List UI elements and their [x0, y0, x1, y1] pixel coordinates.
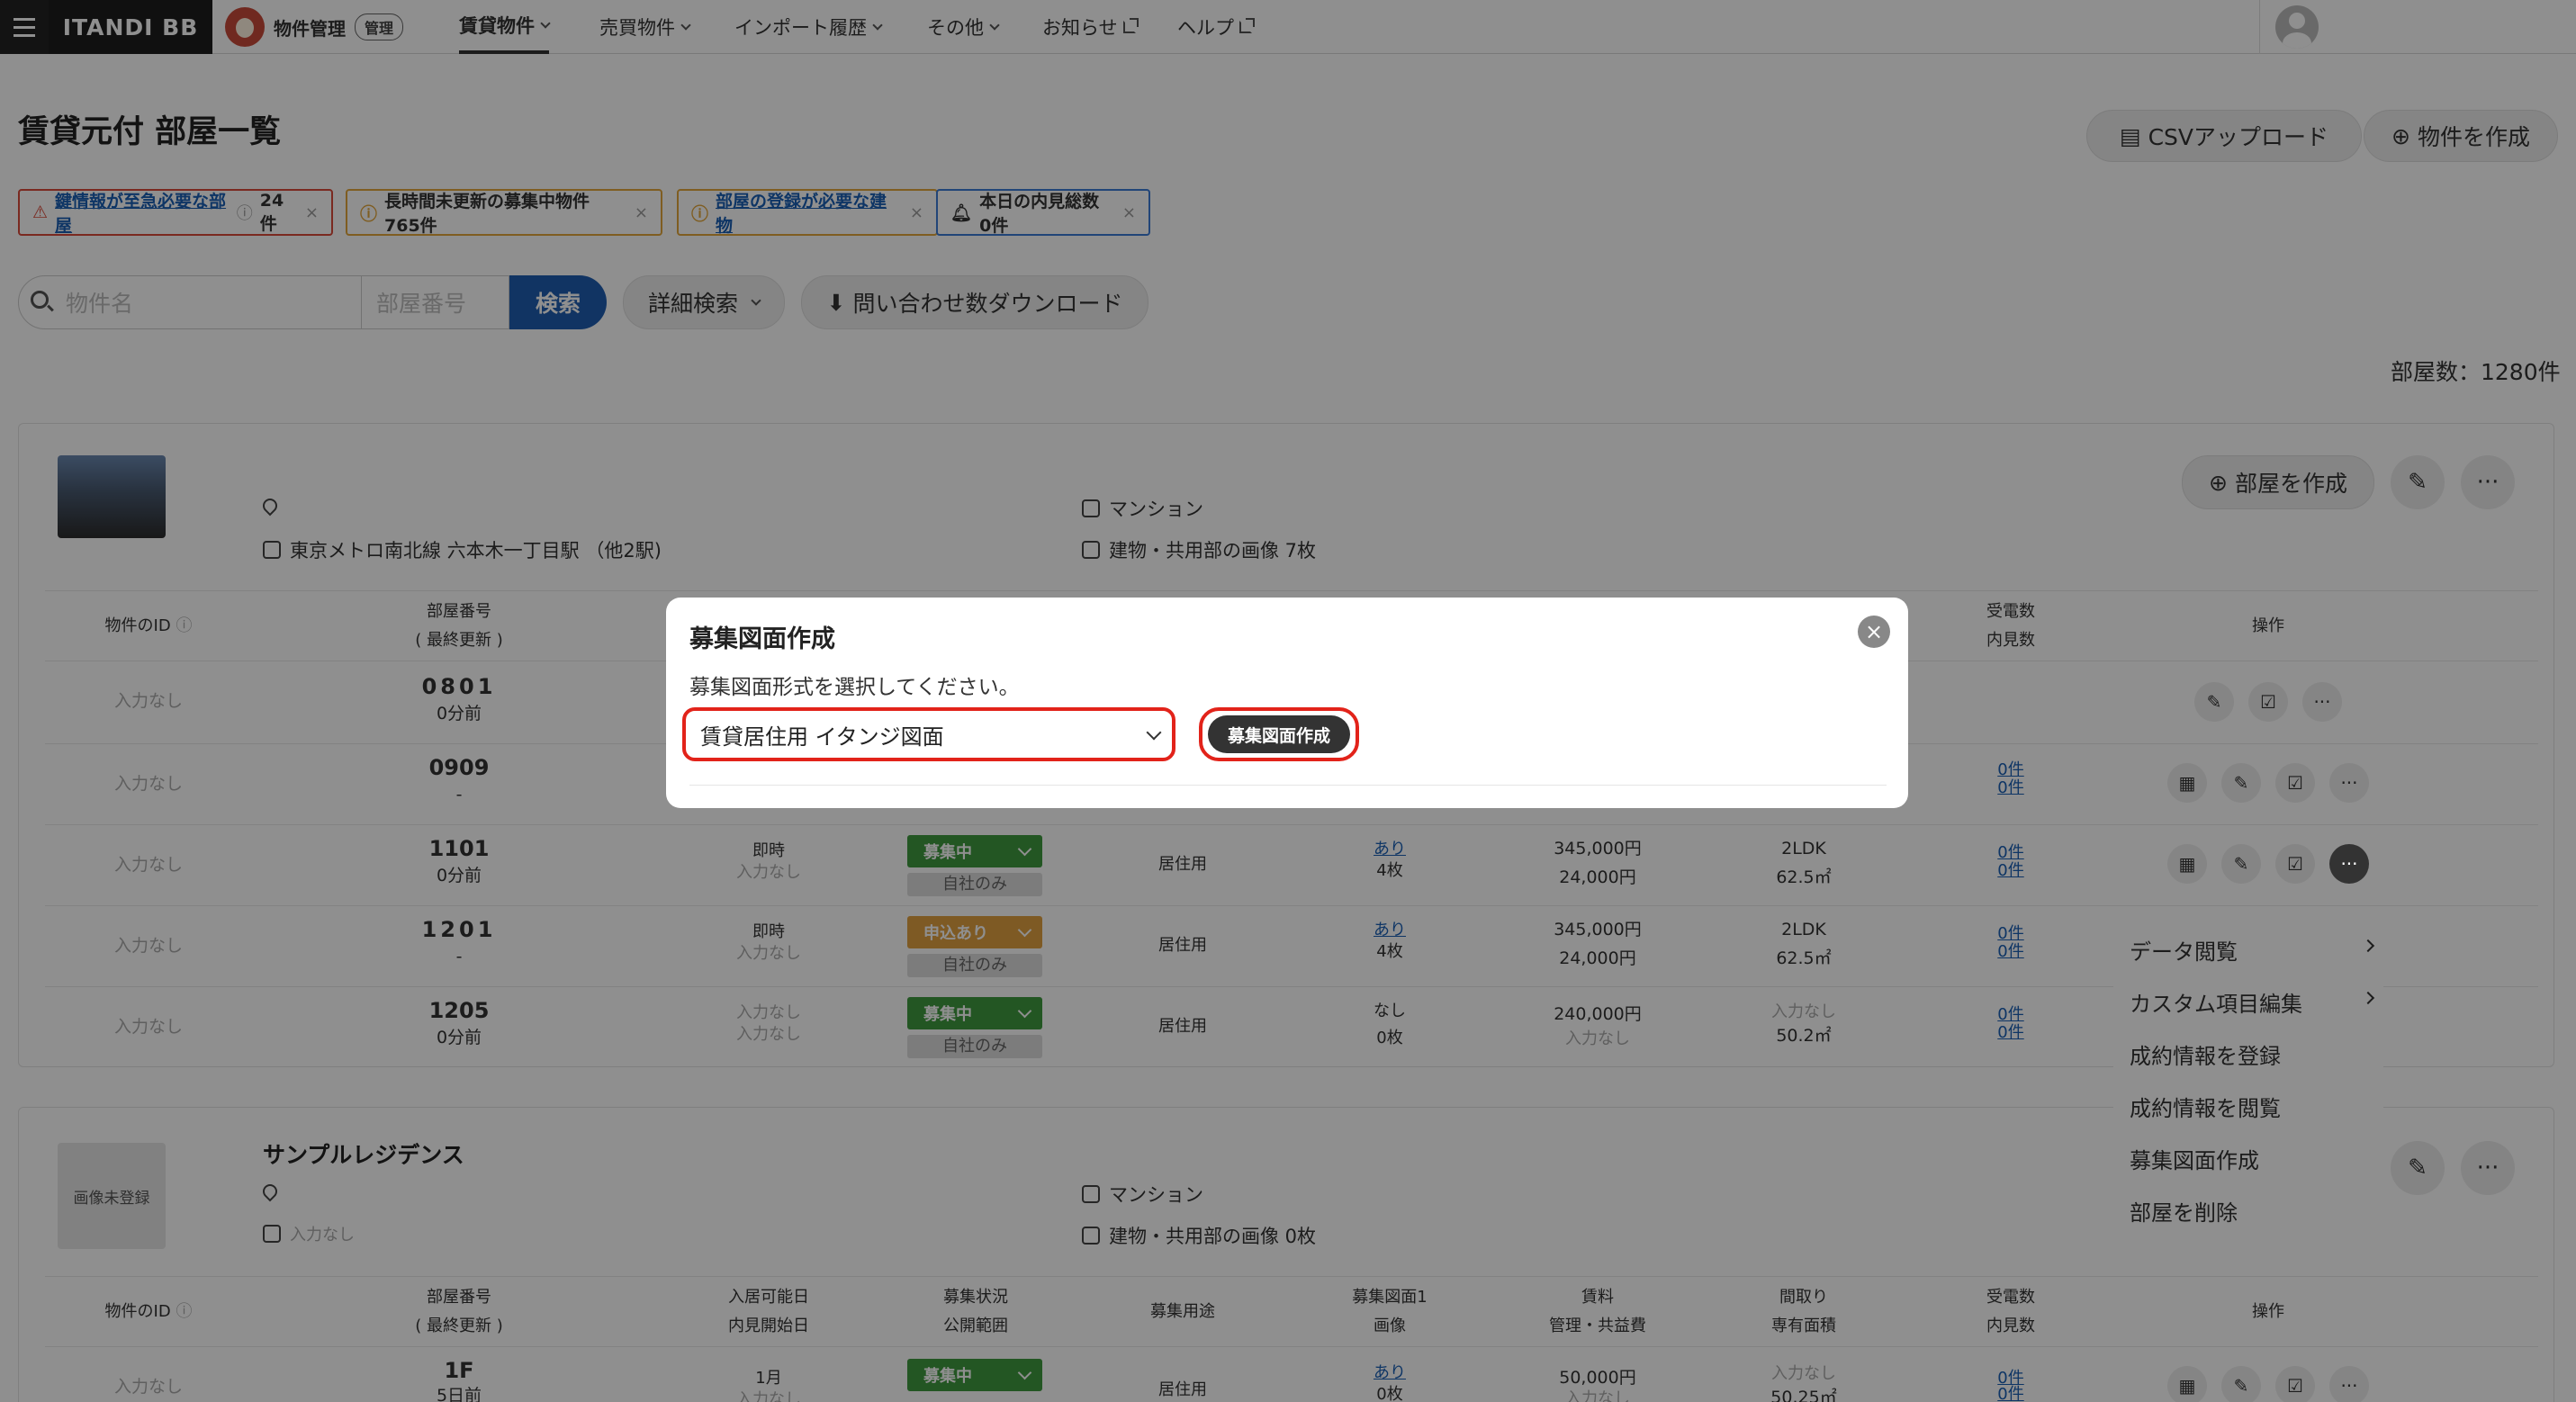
- create-flyer-modal: 募集図面作成 × 募集図面形式を選択してください。 賃貸居住用 イタンジ図面 募…: [666, 598, 1908, 808]
- more-icon: ···: [2340, 853, 2358, 875]
- create-flyer-button[interactable]: 募集図面作成: [1208, 715, 1350, 753]
- row-more-button-active[interactable]: ···: [2329, 844, 2369, 884]
- modal-message: 募集図面形式を選択してください。: [689, 676, 1020, 699]
- create-flyer-button-highlight: 募集図面作成: [1199, 707, 1359, 761]
- modal-title: 募集図面作成: [689, 625, 835, 653]
- flyer-format-select[interactable]: 賃貸居住用 イタンジ図面: [682, 707, 1175, 761]
- close-icon[interactable]: ×: [1858, 616, 1890, 648]
- modal-divider: [689, 785, 1887, 786]
